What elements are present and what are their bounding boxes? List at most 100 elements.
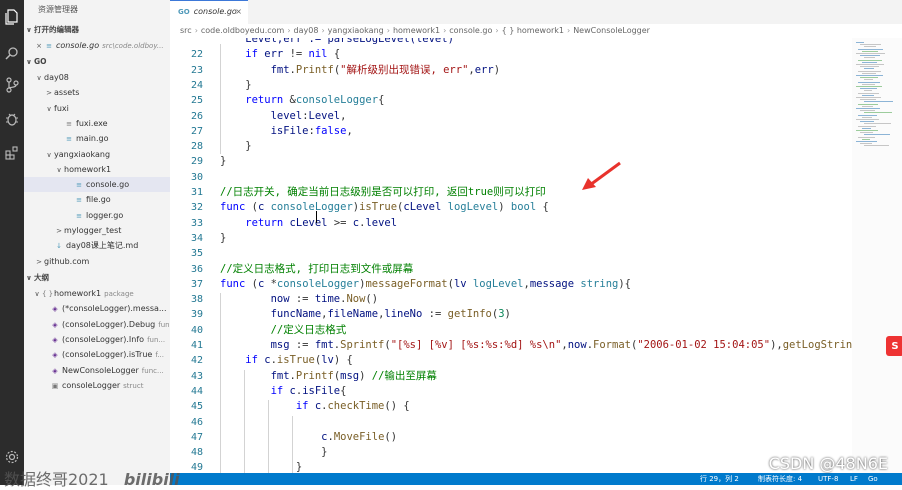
outline-item[interactable]: ◈(consoleLogger).Debugfun... <box>24 317 170 332</box>
code-text: msg := fmt.Sprintf("[%s] [%v] [%s:%s:%d]… <box>220 338 852 353</box>
minimap-line <box>860 88 877 90</box>
breadcrumb-item[interactable]: { } homework1 <box>502 26 564 35</box>
code-token: () <box>365 293 379 306</box>
search-icon[interactable] <box>0 40 24 66</box>
close-icon[interactable]: × <box>34 39 44 53</box>
explorer-icon[interactable] <box>0 4 24 30</box>
code-text: fmt.Printf(msg) //输出至屏幕 <box>220 369 437 384</box>
breadcrumb-item[interactable]: console.go <box>449 26 492 35</box>
code-line[interactable]: 32 func (c consoleLogger)isTrue(cLevel lo… <box>170 200 852 215</box>
code-line[interactable]: 22 if err != nil { <box>170 47 852 62</box>
code-line[interactable]: 29} <box>170 154 852 169</box>
line-number: 31 <box>190 187 203 198</box>
code-token: lv <box>453 277 473 290</box>
code-line[interactable]: 26 level:Level, <box>170 109 852 124</box>
code-line[interactable]: 37 func (c *consoleLogger)messageFormat(l… <box>170 277 852 292</box>
tree-item[interactable]: > github.com <box>24 254 170 269</box>
code-line[interactable]: 47 c.MoveFile() <box>170 430 852 445</box>
chevron-right-icon: › <box>495 26 499 35</box>
debug-icon[interactable] <box>0 106 24 132</box>
tree-item[interactable]: ∨ day08 <box>24 70 170 85</box>
code-line[interactable]: 27 isFile:false, <box>170 124 852 139</box>
code-token: //定义日志格式 <box>220 323 347 336</box>
minimap-line <box>862 94 874 96</box>
code-line[interactable]: 33 return cLevel >= c.level <box>170 216 852 231</box>
outline-item[interactable]: ◈ NewConsoleLogger func... <box>24 363 170 378</box>
eol[interactable]: LF <box>850 473 858 485</box>
tree-item-label: homework1 <box>64 164 112 174</box>
code-line[interactable]: 38 now := time.Now() <box>170 292 852 307</box>
code-line[interactable]: 40 //定义日志格式 <box>170 323 852 338</box>
tab-console-go[interactable]: GO console.go × <box>170 0 248 24</box>
open-editor-item[interactable]: × ≡ console.go src\code.oldboy... <box>24 38 170 53</box>
code-line[interactable]: 34} <box>170 231 852 246</box>
code-line[interactable]: 30 <box>170 170 852 185</box>
source-control-icon[interactable] <box>0 72 24 98</box>
line-number: 22 <box>190 49 203 61</box>
breadcrumb-item[interactable]: homework1 <box>393 26 440 35</box>
code-token: Level,err := parseLogLevel(level) <box>220 38 454 45</box>
code-line[interactable]: 35 <box>170 246 852 261</box>
workspace-section[interactable]: ∨ GO <box>24 54 170 69</box>
code-editor[interactable]: Level,err := parseLogLevel(level) 22 if e… <box>170 38 852 473</box>
code-line[interactable]: 46 <box>170 415 852 430</box>
code-line[interactable]: 23 fmt.Printf("解析级别出现错误, err",err) <box>170 63 852 78</box>
tree-item[interactable]: ≡ main.go <box>24 131 170 146</box>
code-token: != <box>289 48 309 61</box>
outline-item[interactable]: ∨{ }homework1 package <box>24 286 170 301</box>
outline-item[interactable]: ◈ (consoleLogger).Info fun... <box>24 332 170 347</box>
tree-item[interactable]: ≡ logger.go <box>24 208 170 223</box>
language-mode[interactable]: Go <box>868 473 878 485</box>
code-line[interactable]: 44 if c.isFile{ <box>170 384 852 399</box>
minimap[interactable] <box>852 38 902 473</box>
extensions-icon[interactable] <box>0 140 24 166</box>
code-line[interactable]: 49 } <box>170 460 852 473</box>
minimap-line <box>864 134 890 136</box>
code-token: time <box>314 293 341 306</box>
code-line[interactable]: 24 } <box>170 78 852 93</box>
outline-item[interactable]: ◈ (*consoleLogger).messa... <box>24 301 170 316</box>
outline-section[interactable]: ∨ 大纲 <box>24 270 170 285</box>
tree-item[interactable]: ≡ fuxi.exe <box>24 116 170 131</box>
breadcrumb-item[interactable]: yangxiaokang <box>328 26 384 35</box>
text-cursor <box>316 211 317 223</box>
code-token: Format <box>593 339 631 351</box>
breadcrumb-item[interactable]: code.oldboyedu.com <box>201 26 284 35</box>
code-line[interactable]: 43 fmt.Printf(msg) //输出至屏幕 <box>170 369 852 384</box>
tree-item[interactable]: > assets <box>24 85 170 100</box>
tree-item[interactable]: ∨ homework1 <box>24 162 170 177</box>
indent-setting[interactable]: 制表符长度: 4 <box>758 473 802 485</box>
code-token: err <box>474 63 494 76</box>
code-token: func <box>220 201 252 214</box>
encoding[interactable]: UTF-8 <box>818 473 838 485</box>
code-line[interactable]: 41 msg := fmt.Sprintf("[%s] [%v] [%s:%s:… <box>170 338 852 353</box>
code-line[interactable]: 48 } <box>170 445 852 460</box>
code-line[interactable]: 42 if c.isTrue(lv) { <box>170 353 852 368</box>
tree-item[interactable]: ∨ fuxi <box>24 101 170 116</box>
code-token: func <box>220 277 252 290</box>
code-line[interactable]: Level,err := parseLogLevel(level) <box>170 38 852 47</box>
tree-item[interactable]: ∨ yangxiaokang <box>24 147 170 162</box>
breadcrumb-item[interactable]: NewConsoleLogger <box>573 26 650 35</box>
outline-item[interactable]: ◈ (consoleLogger).isTrue f... <box>24 347 170 362</box>
code-line[interactable]: 39 funcName,fileName,lineNo := getInfo(3… <box>170 307 852 322</box>
package-icon: { } <box>42 290 54 298</box>
code-line[interactable]: 28 } <box>170 139 852 154</box>
code-line[interactable]: 36 //定义日志格式, 打印日志到文件或屏幕 <box>170 262 852 277</box>
close-icon[interactable]: × <box>235 1 242 23</box>
outline-item[interactable]: ▣ consoleLogger struct <box>24 378 170 393</box>
status-bar: 行 29，列 2 制表符长度: 4 UTF-8 LF Go <box>170 473 902 485</box>
cursor-position[interactable]: 行 29，列 2 <box>700 473 739 485</box>
tree-item[interactable]: ≡ console.go <box>24 177 170 193</box>
tree-item[interactable]: > mylogger_test <box>24 223 170 238</box>
minimap-line <box>864 112 892 114</box>
code-line[interactable]: 45 if c.checkTime() { <box>170 399 852 414</box>
open-editors-section[interactable]: ∨ 打开的编辑器 <box>24 22 170 37</box>
code-line[interactable]: 25 return &consoleLogger{ <box>170 93 852 108</box>
tree-item[interactable]: ↓ day08课上笔记.md <box>24 238 170 253</box>
code-token: now <box>567 339 587 351</box>
breadcrumb-item[interactable]: day08 <box>294 26 319 35</box>
tree-item[interactable]: ≡ file.go <box>24 192 170 207</box>
code-line[interactable]: 31 //日志开关, 确定当前日志级别是否可以打印, 返回true则可以打印 <box>170 185 852 200</box>
breadcrumb-item[interactable]: src <box>180 26 192 35</box>
